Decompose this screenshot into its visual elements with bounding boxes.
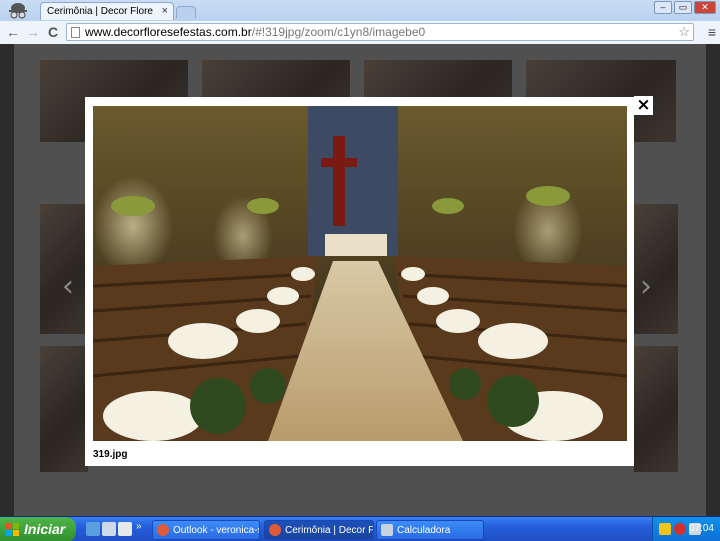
- bookmark-star-icon[interactable]: ☆: [678, 24, 690, 40]
- taskbar-item-outlook[interactable]: Outlook - veronica-sil...: [152, 520, 260, 540]
- taskbar-item-ceremony[interactable]: Cerimônia | Decor Flo...: [264, 520, 374, 540]
- url-text: www.decorfloresefestas.com.br/#!319jpg/z…: [85, 25, 425, 39]
- browser-toolbar: ← → C www.decorfloresefestas.com.br/#!31…: [0, 21, 720, 44]
- windows-logo-icon: [6, 523, 19, 536]
- url-host: www.decorfloresefestas.com.br: [85, 25, 252, 39]
- quicklaunch-more-icon[interactable]: »: [136, 521, 142, 532]
- ceremony-photo: [93, 106, 627, 441]
- tab-title: Cerimônia | Decor Flores e F: [47, 6, 153, 17]
- prev-arrow-icon[interactable]: ‹: [62, 269, 74, 304]
- taskbar-item-calculator[interactable]: Calculadora: [376, 520, 484, 540]
- next-arrow-icon[interactable]: ›: [640, 269, 652, 304]
- lightbox-close-button[interactable]: ×: [634, 96, 653, 115]
- task-label: Calculadora: [397, 525, 451, 536]
- incognito-icon: [9, 3, 27, 19]
- quicklaunch-desktop-icon[interactable]: [102, 522, 116, 536]
- close-window-button[interactable]: ✕: [694, 1, 716, 14]
- antivirus-icon[interactable]: [674, 523, 686, 535]
- back-button[interactable]: ←: [4, 24, 22, 40]
- gallery-thumbnail[interactable]: [634, 346, 678, 472]
- window-controls: – ▭ ✕: [654, 1, 716, 14]
- new-tab-button[interactable]: [176, 6, 196, 18]
- gallery-thumbnail[interactable]: [40, 346, 88, 472]
- task-label: Cerimônia | Decor Flo...: [285, 525, 374, 536]
- tab-ceremony[interactable]: Cerimônia | Decor Flores e F ×: [40, 2, 174, 20]
- quicklaunch-app-icon[interactable]: [118, 522, 132, 536]
- image-caption: 319.jpg: [93, 449, 128, 460]
- lightbox-dialog: 319.jpg: [85, 97, 634, 466]
- start-label: Iniciar: [24, 521, 66, 537]
- quicklaunch-ie-icon[interactable]: [86, 522, 100, 536]
- address-bar[interactable]: www.decorfloresefestas.com.br/#!319jpg/z…: [66, 23, 694, 41]
- calculator-icon: [381, 524, 393, 536]
- clock: 07:04: [688, 523, 714, 534]
- menu-icon[interactable]: ≡: [708, 24, 716, 40]
- tab-close-icon[interactable]: ×: [162, 5, 168, 17]
- windows-taskbar: Iniciar » Outlook - veronica-sil... Ceri…: [0, 516, 720, 541]
- security-shield-icon[interactable]: [659, 523, 671, 535]
- minimize-button[interactable]: –: [654, 1, 672, 14]
- maximize-button[interactable]: ▭: [674, 1, 692, 14]
- start-button[interactable]: Iniciar: [0, 517, 76, 541]
- system-tray: 07:04: [652, 517, 720, 541]
- forward-button[interactable]: →: [24, 24, 42, 40]
- church-aisle-image: [93, 106, 627, 441]
- page-icon: [71, 27, 80, 38]
- url-path: /#!319jpg/zoom/c1yn8/imagebe0: [251, 25, 426, 39]
- chrome-icon: [157, 524, 169, 536]
- reload-button[interactable]: C: [44, 24, 62, 40]
- task-label: Outlook - veronica-sil...: [173, 525, 259, 536]
- chrome-icon: [269, 524, 281, 536]
